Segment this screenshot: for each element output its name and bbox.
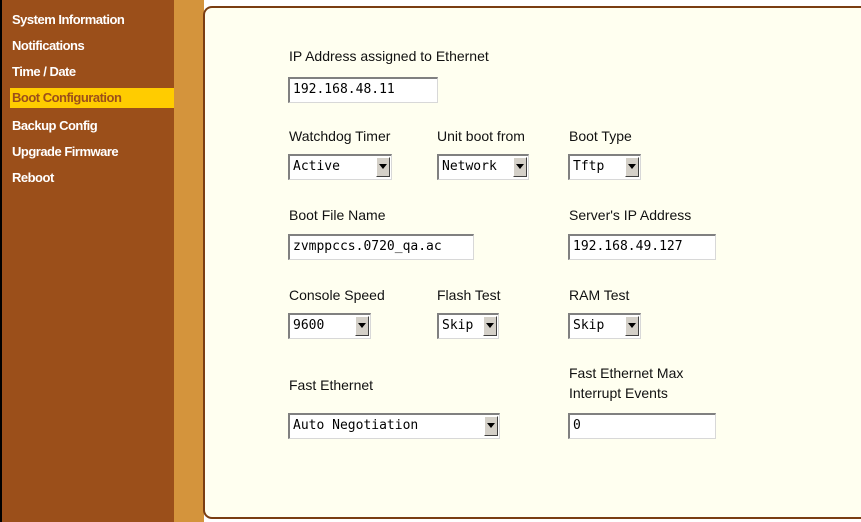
server-ip-field[interactable]: 192.168.49.127 (568, 234, 716, 260)
chevron-down-icon[interactable] (376, 157, 390, 177)
fast-ethernet-max-field[interactable]: 0 (568, 413, 716, 439)
sidebar-item-system-information[interactable]: System Information (12, 10, 174, 30)
sidebar-item-time-date[interactable]: Time / Date (12, 62, 174, 82)
flash-test-value: Skip (442, 318, 474, 333)
watchdog-timer-label: Watchdog Timer (289, 128, 391, 144)
boot-file-name-field[interactable]: zvmppccs.0720_qa.ac (288, 234, 474, 260)
chevron-down-icon[interactable] (483, 316, 497, 336)
fast-ethernet-value: Auto Negotiation (293, 418, 419, 433)
fast-ethernet-select[interactable]: Auto Negotiation (288, 413, 500, 439)
sidebar-item-reboot[interactable]: Reboot (12, 168, 174, 188)
watchdog-timer-value: Active (293, 159, 340, 174)
ip-address-field[interactable]: 192.168.48.11 (288, 77, 438, 103)
boot-type-select[interactable]: Tftp (568, 154, 641, 180)
chevron-down-icon[interactable] (625, 157, 639, 177)
server-ip-label: Server's IP Address (569, 207, 692, 223)
watchdog-timer-select[interactable]: Active (288, 154, 392, 180)
boot-type-label: Boot Type (569, 128, 632, 144)
sidebar-item-backup-config[interactable]: Backup Config (12, 116, 174, 136)
console-speed-value: 9600 (293, 318, 325, 333)
sidebar-item-upgrade-firmware[interactable]: Upgrade Firmware (12, 142, 174, 162)
boot-file-name-label: Boot File Name (289, 207, 386, 223)
fast-ethernet-max-label-line2: Interrupt Events (569, 385, 668, 401)
flash-test-label: Flash Test (437, 287, 501, 303)
ip-address-label: IP Address assigned to Ethernet (289, 48, 489, 64)
chevron-down-icon[interactable] (355, 316, 369, 336)
flash-test-select[interactable]: Skip (437, 313, 499, 339)
console-speed-select[interactable]: 9600 (288, 313, 371, 339)
unit-boot-from-value: Network (442, 159, 497, 174)
sidebar-nav: System Information Notifications Time / … (0, 0, 176, 522)
chevron-down-icon[interactable] (625, 316, 639, 336)
boot-type-value: Tftp (573, 159, 605, 174)
ram-test-select[interactable]: Skip (568, 313, 641, 339)
ram-test-label: RAM Test (569, 287, 630, 303)
sidebar-item-notifications[interactable]: Notifications (12, 36, 174, 56)
fast-ethernet-max-label-line1: Fast Ethernet Max (569, 365, 684, 381)
chevron-down-icon[interactable] (513, 157, 527, 177)
fast-ethernet-label: Fast Ethernet (289, 377, 374, 393)
sidebar-item-boot-configuration[interactable]: Boot Configuration (10, 88, 176, 108)
chevron-down-icon[interactable] (484, 416, 498, 436)
ram-test-value: Skip (573, 318, 605, 333)
console-speed-label: Console Speed (289, 287, 385, 303)
unit-boot-from-label: Unit boot from (437, 128, 525, 144)
gutter-divider (174, 0, 204, 522)
boot-configuration-panel: IP Address assigned to Ethernet 192.168.… (203, 6, 861, 519)
unit-boot-from-select[interactable]: Network (437, 154, 529, 180)
